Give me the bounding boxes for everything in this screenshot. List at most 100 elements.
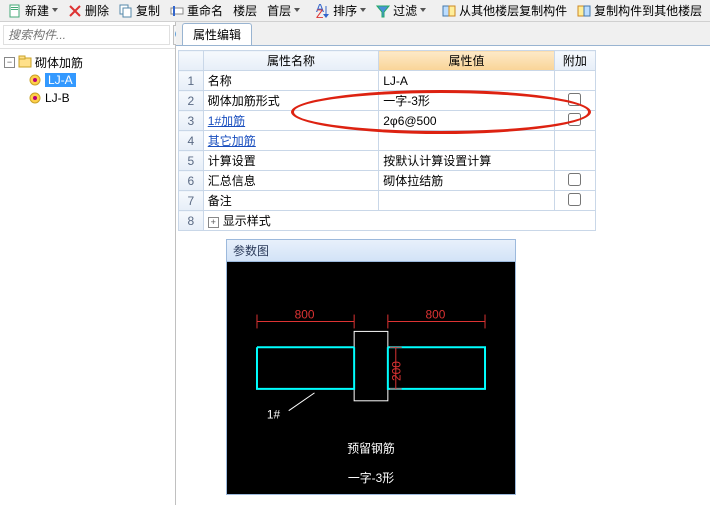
tree-root[interactable]: − 砌体加筋	[2, 53, 173, 71]
rownum: 8	[179, 211, 204, 231]
new-button[interactable]: 新建	[4, 1, 62, 21]
prop-name: 计算设置	[203, 151, 378, 171]
rename-label: 重命名	[187, 2, 223, 19]
prop-value[interactable]: LJ-A	[379, 71, 554, 91]
prop-name: 汇总信息	[203, 171, 378, 191]
rownum: 5	[179, 151, 204, 171]
layer-button[interactable]: 楼层	[229, 1, 261, 21]
rownum: 1	[179, 71, 204, 91]
rownum: 7	[179, 191, 204, 211]
new-label: 新建	[25, 2, 49, 19]
dim-height: 200	[390, 361, 404, 381]
collapse-icon[interactable]: −	[4, 57, 15, 68]
collapsed-label: 显示样式	[223, 214, 271, 228]
sort-icon: AZ	[316, 4, 330, 18]
copy-from-layer-button[interactable]: 从其他楼层复制构件	[438, 1, 571, 21]
collapsed-group[interactable]: + 显示样式	[203, 211, 595, 231]
prop-value[interactable]: 2φ6@500	[379, 111, 554, 131]
delete-button[interactable]: 删除	[64, 1, 113, 21]
left-pane: − 砌体加筋 LJ-A LJ-B	[0, 22, 176, 505]
main-toolbar: 新建 删除 复制 重命名 楼层 首层 AZ 排序 过滤 从其他楼层复制构件 复制…	[0, 0, 710, 22]
prop-value[interactable]	[379, 191, 554, 211]
tab-label: 属性编辑	[193, 26, 241, 43]
name-header: 属性名称	[203, 51, 378, 71]
prop-name: 砌体加筋形式	[203, 91, 378, 111]
new-icon	[8, 4, 22, 18]
property-table: 属性名称 属性值 附加 1 名称 LJ-A 2 砌体加筋形式 一字-3形	[178, 50, 596, 231]
table-row[interactable]: 4 其它加筋	[179, 131, 596, 151]
table-row[interactable]: 5 计算设置 按默认计算设置计算	[179, 151, 596, 171]
table-row-collapsed[interactable]: 8 + 显示样式	[179, 211, 596, 231]
dropdown-icon	[420, 8, 426, 14]
prop-value[interactable]: 砌体拉结筋	[379, 171, 554, 191]
diagram-title: 参数图	[226, 239, 516, 261]
filter-label: 过滤	[393, 2, 417, 19]
extra-checkbox[interactable]	[568, 193, 581, 206]
table-row[interactable]: 7 备注	[179, 191, 596, 211]
component-tree: − 砌体加筋 LJ-A LJ-B	[0, 49, 175, 111]
prop-extra	[554, 131, 595, 151]
tree-item-label: LJ-A	[45, 73, 76, 87]
prop-value[interactable]: 一字-3形	[379, 91, 554, 111]
delete-icon	[68, 4, 82, 18]
expand-icon[interactable]: +	[208, 217, 219, 228]
prop-name: 备注	[203, 191, 378, 211]
copy-to-label: 复制构件到其他楼层	[594, 2, 702, 19]
extra-header: 附加	[554, 51, 595, 71]
component-icon	[28, 73, 42, 87]
extra-checkbox[interactable]	[568, 113, 581, 126]
tree-item-lj-b[interactable]: LJ-B	[2, 89, 173, 107]
prop-extra	[554, 71, 595, 91]
delete-label: 删除	[85, 2, 109, 19]
prop-name[interactable]: 其它加筋	[203, 131, 378, 151]
copy-button[interactable]: 复制	[115, 1, 164, 21]
diagram-caption-1: 预留钢筋	[347, 441, 395, 455]
rownum: 4	[179, 131, 204, 151]
param-diagram-panel: 参数图 800 800	[226, 239, 516, 498]
rename-button[interactable]: 重命名	[166, 1, 227, 21]
copy-label: 复制	[136, 2, 160, 19]
tab-properties[interactable]: 属性编辑	[182, 23, 252, 45]
prop-name[interactable]: 1#加筋	[203, 111, 378, 131]
table-row[interactable]: 1 名称 LJ-A	[179, 71, 596, 91]
param-diagram: 800 800 200 1#	[226, 261, 516, 495]
tree-root-label: 砌体加筋	[35, 54, 83, 71]
table-row[interactable]: 3 1#加筋 2φ6@500	[179, 111, 596, 131]
search-input[interactable]	[3, 25, 170, 45]
tree-item-lj-a[interactable]: LJ-A	[2, 71, 173, 89]
dim-right: 800	[426, 308, 446, 322]
copy-icon	[119, 4, 133, 18]
sort-button[interactable]: AZ 排序	[312, 1, 370, 21]
rownum: 6	[179, 171, 204, 191]
tree-item-label: LJ-B	[45, 91, 70, 105]
value-header: 属性值	[379, 51, 554, 71]
tab-strip: 属性编辑	[176, 22, 710, 46]
first-floor-button[interactable]: 首层	[263, 1, 304, 21]
component-icon	[28, 91, 42, 105]
prop-value[interactable]	[379, 131, 554, 151]
prop-value[interactable]: 按默认计算设置计算	[379, 151, 554, 171]
filter-icon	[376, 4, 390, 18]
table-header-row: 属性名称 属性值 附加	[179, 51, 596, 71]
layer-label: 楼层	[233, 2, 257, 19]
dropdown-icon	[294, 8, 300, 14]
copy-from-icon	[442, 4, 456, 18]
dropdown-icon	[52, 8, 58, 14]
filter-button[interactable]: 过滤	[372, 1, 430, 21]
copy-from-label: 从其他楼层复制构件	[459, 2, 567, 19]
dim-left: 800	[295, 308, 315, 322]
rename-icon	[170, 4, 184, 18]
extra-checkbox[interactable]	[568, 173, 581, 186]
table-row[interactable]: 2 砌体加筋形式 一字-3形	[179, 91, 596, 111]
rownum-header	[179, 51, 204, 71]
rownum: 2	[179, 91, 204, 111]
rownum: 3	[179, 111, 204, 131]
extra-checkbox[interactable]	[568, 93, 581, 106]
copy-to-icon	[577, 4, 591, 18]
sort-label: 排序	[333, 2, 357, 19]
prop-extra	[554, 151, 595, 171]
table-row[interactable]: 6 汇总信息 砌体拉结筋	[179, 171, 596, 191]
folder-icon	[18, 55, 32, 69]
prop-name: 名称	[203, 71, 378, 91]
copy-to-layer-button[interactable]: 复制构件到其他楼层	[573, 1, 706, 21]
